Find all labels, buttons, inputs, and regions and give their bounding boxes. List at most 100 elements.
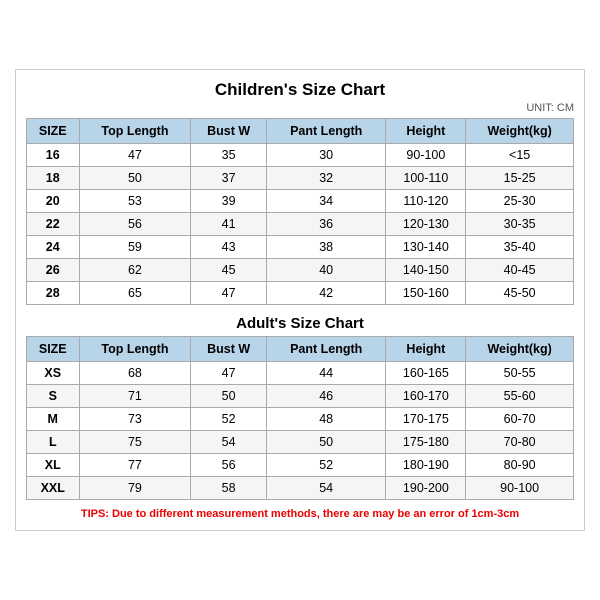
table-cell: 43 bbox=[191, 236, 267, 259]
table-cell: 48 bbox=[266, 408, 386, 431]
table-cell: 80-90 bbox=[466, 454, 574, 477]
table-cell: 54 bbox=[191, 431, 267, 454]
table-cell: 47 bbox=[191, 282, 267, 305]
table-row: 26624540140-15040-45 bbox=[27, 259, 574, 282]
children-col-header: Pant Length bbox=[266, 119, 386, 144]
table-cell: 40 bbox=[266, 259, 386, 282]
table-cell: 50 bbox=[266, 431, 386, 454]
table-cell: 18 bbox=[27, 167, 80, 190]
table-cell: 65 bbox=[79, 282, 191, 305]
table-cell: 190-200 bbox=[386, 477, 466, 500]
table-cell: 41 bbox=[191, 213, 267, 236]
table-cell: 175-180 bbox=[386, 431, 466, 454]
table-cell: 30-35 bbox=[466, 213, 574, 236]
table-cell: 52 bbox=[191, 408, 267, 431]
table-cell: 40-45 bbox=[466, 259, 574, 282]
table-row: 20533934110-12025-30 bbox=[27, 190, 574, 213]
table-cell: 35-40 bbox=[466, 236, 574, 259]
table-cell: 34 bbox=[266, 190, 386, 213]
adult-col-header: Top Length bbox=[79, 337, 191, 362]
children-size-table: SIZETop LengthBust WPant LengthHeightWei… bbox=[26, 118, 574, 305]
adult-col-header: Bust W bbox=[191, 337, 267, 362]
table-cell: 39 bbox=[191, 190, 267, 213]
table-cell: 56 bbox=[191, 454, 267, 477]
table-cell: 110-120 bbox=[386, 190, 466, 213]
table-cell: 45-50 bbox=[466, 282, 574, 305]
table-cell: 47 bbox=[191, 362, 267, 385]
adult-col-header: SIZE bbox=[27, 337, 80, 362]
children-col-header: Bust W bbox=[191, 119, 267, 144]
table-cell: 130-140 bbox=[386, 236, 466, 259]
table-cell: 47 bbox=[79, 144, 191, 167]
table-cell: 100-110 bbox=[386, 167, 466, 190]
table-cell: 54 bbox=[266, 477, 386, 500]
table-cell: 90-100 bbox=[466, 477, 574, 500]
adult-col-header: Height bbox=[386, 337, 466, 362]
adult-col-header: Weight(kg) bbox=[466, 337, 574, 362]
table-cell: 38 bbox=[266, 236, 386, 259]
children-col-header: Height bbox=[386, 119, 466, 144]
table-cell: 180-190 bbox=[386, 454, 466, 477]
table-cell: 70-80 bbox=[466, 431, 574, 454]
table-row: L755450175-18070-80 bbox=[27, 431, 574, 454]
table-row: 18503732100-11015-25 bbox=[27, 167, 574, 190]
table-cell: 52 bbox=[266, 454, 386, 477]
table-row: XL775652180-19080-90 bbox=[27, 454, 574, 477]
table-row: S715046160-17055-60 bbox=[27, 385, 574, 408]
table-row: M735248170-17560-70 bbox=[27, 408, 574, 431]
table-cell: 150-160 bbox=[386, 282, 466, 305]
table-cell: 15-25 bbox=[466, 167, 574, 190]
table-cell: 90-100 bbox=[386, 144, 466, 167]
children-col-header: SIZE bbox=[27, 119, 80, 144]
table-cell: 58 bbox=[191, 477, 267, 500]
tips-text: TIPS: Due to different measurement metho… bbox=[26, 508, 574, 520]
children-tbody: 1647353090-100<1518503732100-11015-25205… bbox=[27, 144, 574, 305]
table-cell: 62 bbox=[79, 259, 191, 282]
table-row: 1647353090-100<15 bbox=[27, 144, 574, 167]
table-cell: 30 bbox=[266, 144, 386, 167]
table-cell: S bbox=[27, 385, 80, 408]
table-cell: 53 bbox=[79, 190, 191, 213]
table-cell: 50-55 bbox=[466, 362, 574, 385]
table-cell: 26 bbox=[27, 259, 80, 282]
table-row: XXL795854190-20090-100 bbox=[27, 477, 574, 500]
table-cell: 22 bbox=[27, 213, 80, 236]
table-cell: XS bbox=[27, 362, 80, 385]
table-cell: 120-130 bbox=[386, 213, 466, 236]
table-cell: 28 bbox=[27, 282, 80, 305]
children-header-row: SIZETop LengthBust WPant LengthHeightWei… bbox=[27, 119, 574, 144]
table-cell: 55-60 bbox=[466, 385, 574, 408]
table-cell: L bbox=[27, 431, 80, 454]
table-cell: 75 bbox=[79, 431, 191, 454]
table-cell: 160-170 bbox=[386, 385, 466, 408]
table-cell: 45 bbox=[191, 259, 267, 282]
chart-container: Children's Size Chart UNIT: CM SIZETop L… bbox=[15, 69, 585, 531]
table-cell: 50 bbox=[79, 167, 191, 190]
table-cell: 79 bbox=[79, 477, 191, 500]
adult-size-table: SIZETop LengthBust WPant LengthHeightWei… bbox=[26, 336, 574, 500]
children-chart-title: Children's Size Chart bbox=[26, 80, 574, 100]
table-cell: 77 bbox=[79, 454, 191, 477]
table-cell: M bbox=[27, 408, 80, 431]
children-col-header: Top Length bbox=[79, 119, 191, 144]
table-cell: 71 bbox=[79, 385, 191, 408]
children-col-header: Weight(kg) bbox=[466, 119, 574, 144]
table-cell: 50 bbox=[191, 385, 267, 408]
table-cell: 160-165 bbox=[386, 362, 466, 385]
table-cell: 16 bbox=[27, 144, 80, 167]
table-cell: 44 bbox=[266, 362, 386, 385]
table-cell: 68 bbox=[79, 362, 191, 385]
table-cell: 73 bbox=[79, 408, 191, 431]
table-cell: 37 bbox=[191, 167, 267, 190]
adult-tbody: XS684744160-16550-55S715046160-17055-60M… bbox=[27, 362, 574, 500]
table-cell: 20 bbox=[27, 190, 80, 213]
adult-header-row: SIZETop LengthBust WPant LengthHeightWei… bbox=[27, 337, 574, 362]
adult-col-header: Pant Length bbox=[266, 337, 386, 362]
table-cell: XL bbox=[27, 454, 80, 477]
unit-label: UNIT: CM bbox=[26, 102, 574, 114]
table-cell: 32 bbox=[266, 167, 386, 190]
table-cell: 140-150 bbox=[386, 259, 466, 282]
table-cell: 35 bbox=[191, 144, 267, 167]
adult-chart-title: Adult's Size Chart bbox=[26, 315, 574, 332]
table-row: 28654742150-16045-50 bbox=[27, 282, 574, 305]
